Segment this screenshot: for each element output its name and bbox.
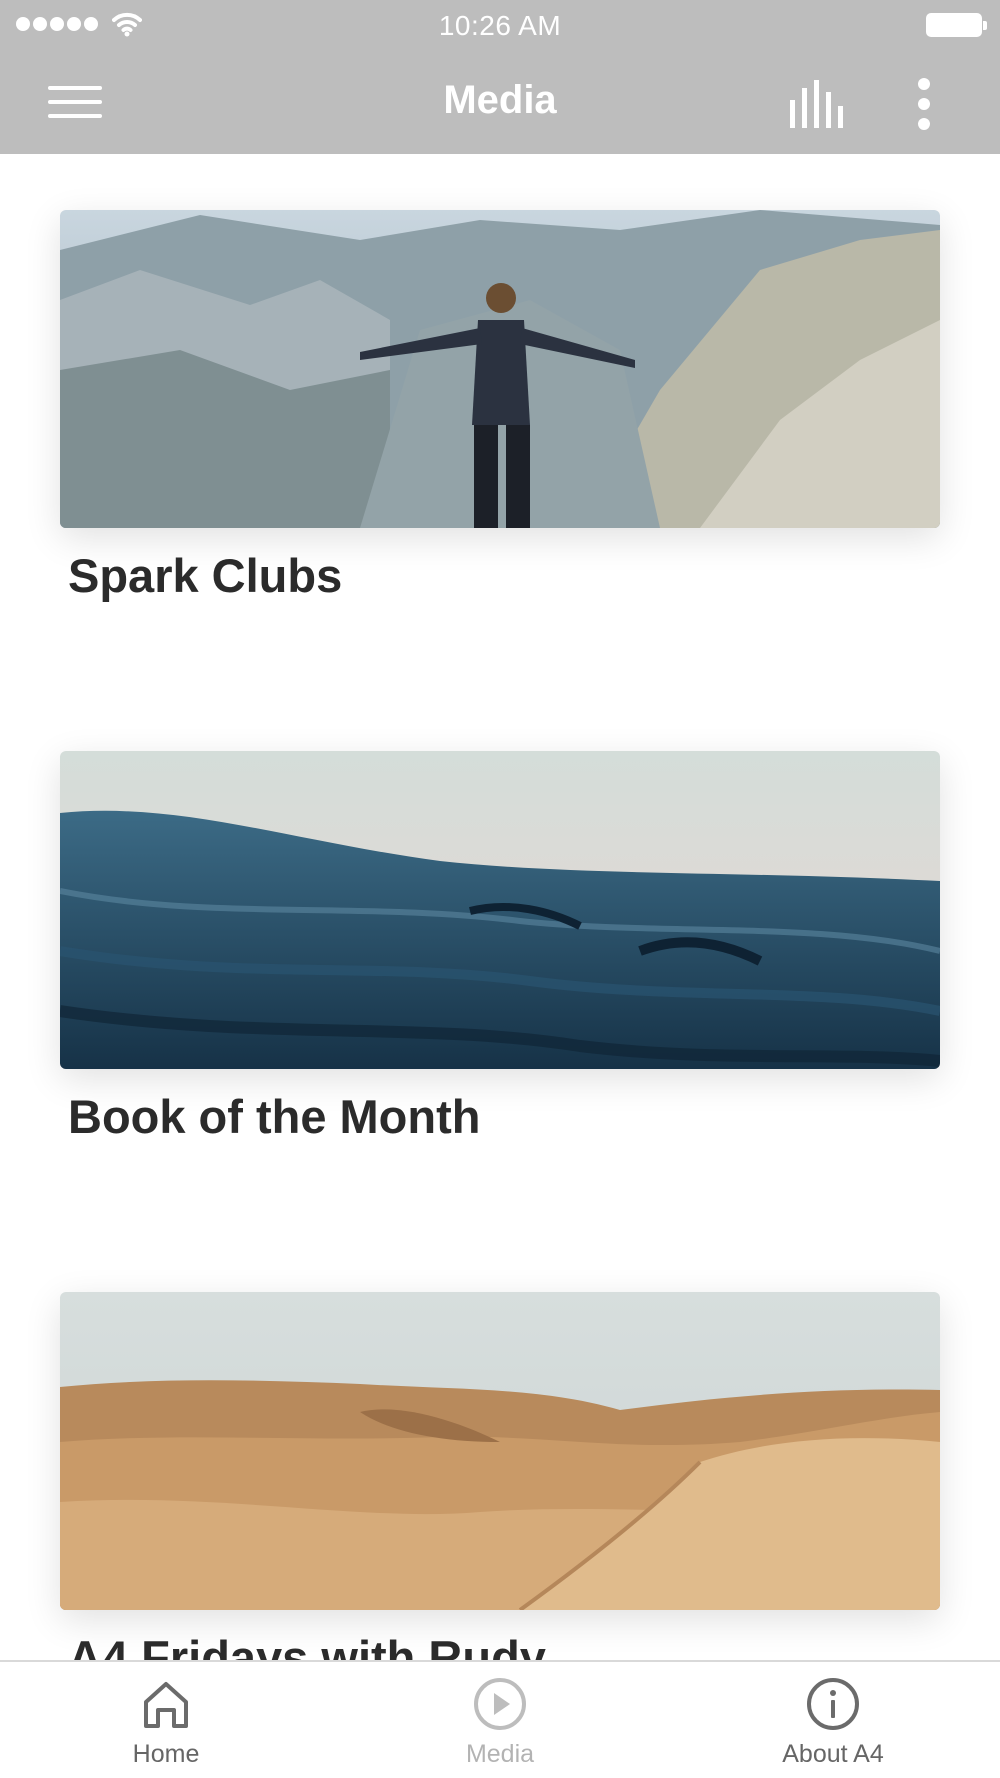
- more-vertical-icon[interactable]: [904, 76, 944, 132]
- bar-chart-icon[interactable]: [788, 80, 848, 128]
- ocean-wave-photo: [60, 751, 940, 1069]
- page-title: Media: [443, 78, 557, 122]
- tab-label: Home: [132, 1740, 200, 1768]
- info-icon: [807, 1678, 859, 1730]
- tab-about[interactable]: About A4: [733, 1662, 933, 1778]
- tab-bar: Home Media About A4: [0, 1660, 1000, 1778]
- desert-dunes-photo: [60, 1292, 940, 1610]
- card-title: Spark Clubs: [68, 549, 343, 602]
- status-time: 10:26 AM: [438, 10, 562, 41]
- card-title: Book of the Month: [68, 1090, 481, 1143]
- media-card[interactable]: Spark Clubs: [60, 210, 940, 603]
- media-list[interactable]: Spark Clubs Book of the Month A4 Fridays…: [0, 154, 1000, 1660]
- tab-media[interactable]: Media: [400, 1662, 600, 1778]
- status-bar: 10:26 AM: [0, 0, 1000, 52]
- tab-label: Media: [465, 1740, 535, 1768]
- nav-bar: Media: [0, 52, 1000, 154]
- media-card[interactable]: A4 Fridays with Rudy: [60, 1292, 940, 1660]
- mountain-canyon-person-photo: [60, 210, 940, 528]
- tab-label: About A4: [782, 1740, 884, 1768]
- home-icon: [144, 1682, 188, 1728]
- play-circle-icon: [474, 1678, 526, 1730]
- card-title: A4 Fridays with Rudy: [68, 1631, 546, 1660]
- tab-home[interactable]: Home: [66, 1662, 266, 1778]
- hamburger-menu-icon[interactable]: [48, 84, 104, 124]
- media-card[interactable]: Book of the Month: [60, 751, 940, 1144]
- battery-icon: [926, 13, 987, 37]
